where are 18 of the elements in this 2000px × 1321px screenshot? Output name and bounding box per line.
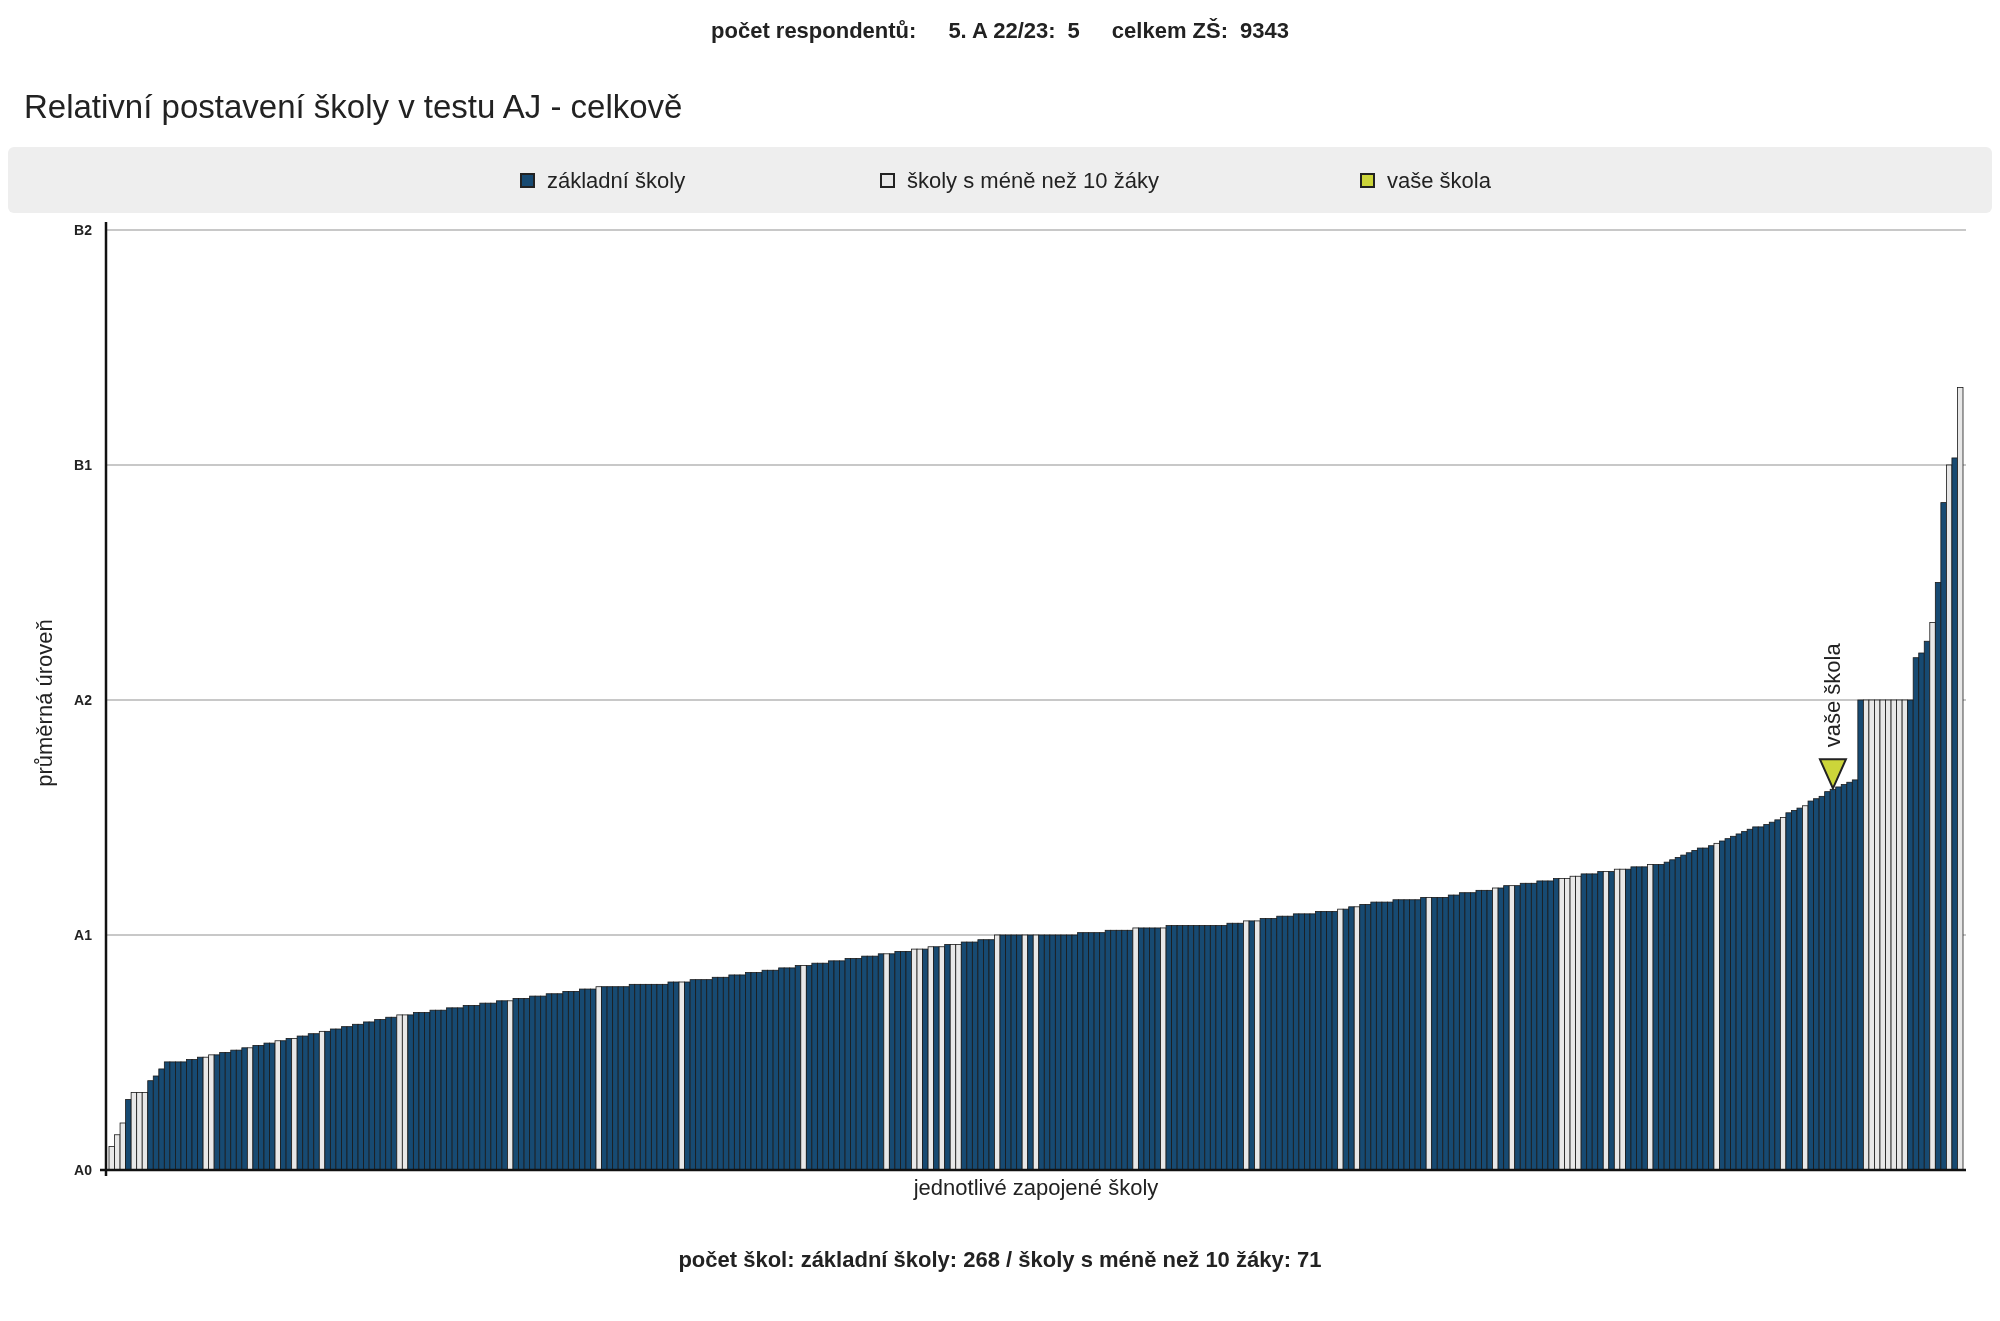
header-value: 5: [1067, 17, 1080, 45]
legend-label: školy s méně než 10 žáky: [907, 166, 1159, 195]
footer-summary: počet škol: základní školy: 268 / školy s méně než 10 žáky: 71: [677, 1246, 1323, 1274]
header-label: 5. A 22/23:: [948, 17, 1056, 45]
y-tick-label: B1: [74, 457, 92, 473]
header-label: celkem ZŠ:: [1111, 17, 1228, 45]
x-axis-title: jednotlivé zapojené školy: [913, 1175, 1159, 1200]
marker-label: vaše škola: [1819, 643, 1845, 748]
header-value: 9343: [1240, 17, 1289, 45]
y-tick-label: A1: [74, 927, 92, 943]
legend-label: základní školy: [547, 166, 686, 195]
y-tick-label: A0: [74, 1162, 92, 1178]
y-tick-label: A2: [74, 692, 92, 708]
chart-title: Relativní postavení školy v testu AJ - celkově: [24, 90, 684, 123]
legend-label: vaše škola: [1387, 166, 1491, 195]
header-label: počet respondentů:: [711, 17, 917, 45]
y-axis-title: průměrná úroveň: [32, 619, 57, 787]
y-tick-label: B2: [74, 222, 92, 238]
